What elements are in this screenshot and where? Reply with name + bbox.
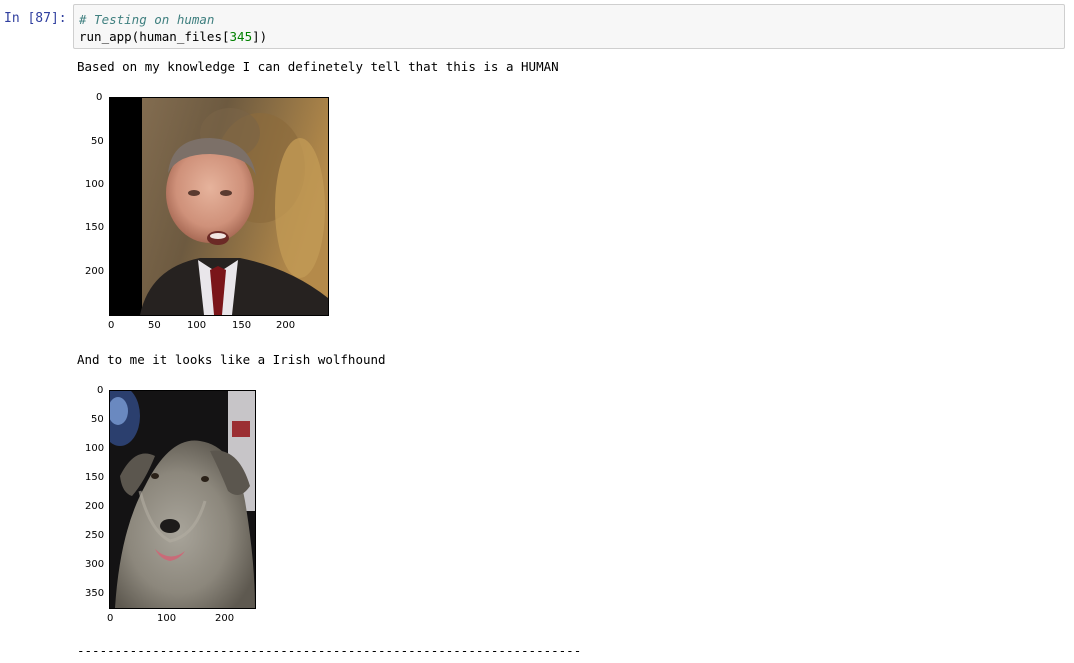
code-call-prefix: run_app(human_files[ [79, 29, 230, 44]
human-image [109, 97, 329, 316]
x-tick-label: 150 [232, 320, 252, 331]
y-tick-label: 150 [85, 472, 105, 483]
y-tick-label: 0 [96, 92, 103, 103]
code-call-line: run_app(human_files[345]) [79, 29, 267, 44]
dog-image [109, 390, 256, 609]
irish-wolfhound-picture [110, 391, 255, 608]
y-tick-label: 0 [97, 385, 104, 396]
y-tick-label: 100 [85, 443, 105, 454]
x-tick-label: 0 [108, 320, 115, 331]
y-tick-label: 250 [85, 530, 105, 541]
human-portrait-picture [110, 98, 328, 315]
y-tick-label: 200 [85, 266, 105, 277]
code-input-area[interactable]: # Testing on human run_app(human_files[3… [73, 4, 1065, 49]
input-prompt: In [87]: [4, 11, 67, 26]
x-tick-label: 100 [157, 613, 177, 624]
y-tick-label: 50 [91, 136, 104, 147]
y-tick-label: 350 [85, 588, 105, 599]
code-comment: # Testing on human [79, 12, 215, 27]
x-tick-label: 100 [187, 320, 207, 331]
y-tick-label: 50 [91, 414, 104, 425]
output-separator: ----------------------------------------… [77, 643, 582, 658]
x-tick-label: 50 [148, 320, 161, 331]
x-tick-label: 0 [107, 613, 114, 624]
output-text-human: Based on my knowledge I can definetely t… [77, 59, 559, 74]
code-call-suffix: ]) [252, 29, 268, 44]
output-text-dog: And to me it looks like a Irish wolfhoun… [77, 352, 386, 367]
y-tick-label: 200 [85, 501, 105, 512]
x-tick-label: 200 [215, 613, 235, 624]
y-tick-label: 300 [85, 559, 105, 570]
x-tick-label: 200 [276, 320, 296, 331]
y-tick-label: 100 [85, 179, 105, 190]
code-call-number: 345 [229, 29, 253, 44]
y-tick-label: 150 [85, 222, 105, 233]
